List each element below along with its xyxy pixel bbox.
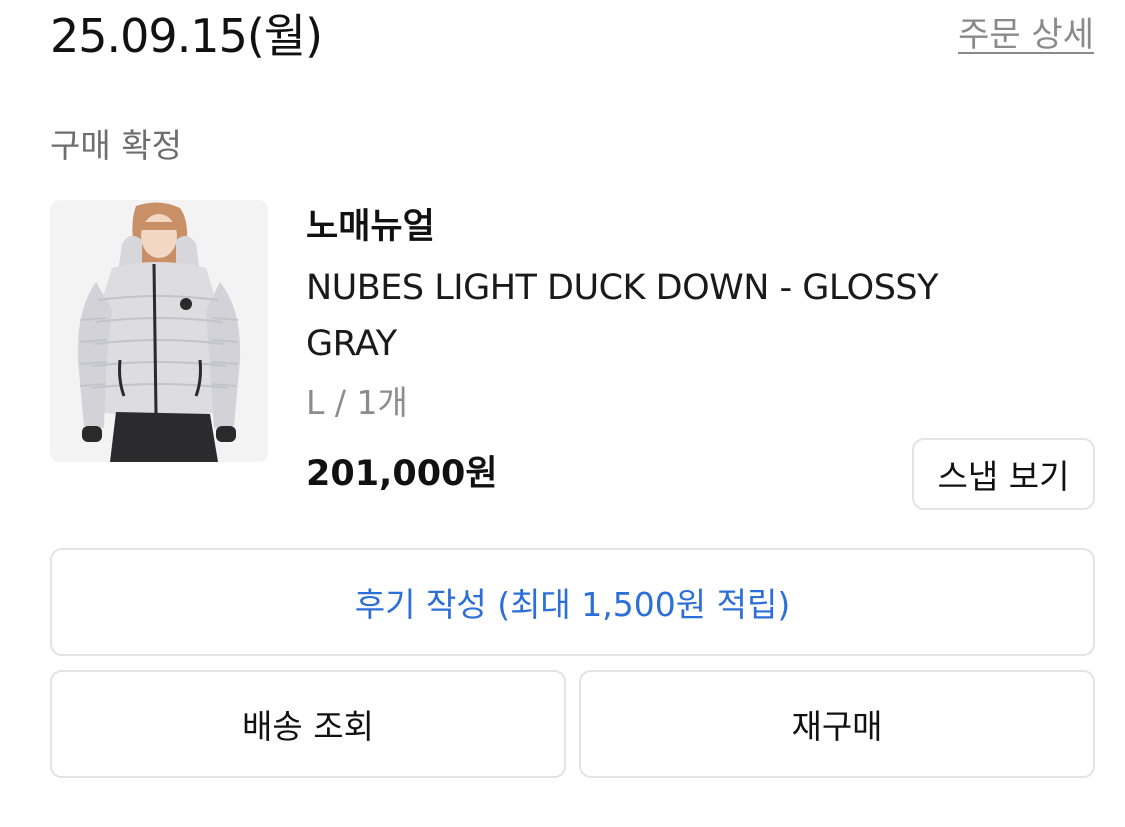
product-photo-icon bbox=[50, 200, 268, 462]
product-option: L / 1개 bbox=[306, 383, 408, 422]
order-date: 25.09.15(월) bbox=[50, 9, 323, 63]
product-image[interactable] bbox=[50, 200, 268, 462]
order-status: 구매 확정 bbox=[50, 126, 182, 165]
order-detail-link[interactable]: 주문 상세 bbox=[958, 12, 1094, 58]
snap-view-button[interactable]: 스냅 보기 bbox=[912, 438, 1095, 510]
track-shipping-button[interactable]: 배송 조회 bbox=[50, 670, 566, 778]
product-price: 201,000원 bbox=[306, 454, 498, 494]
brand-name[interactable]: 노매뉴얼 bbox=[306, 202, 435, 252]
product-name[interactable]: NUBES LIGHT DUCK DOWN - GLOSSY GRAY bbox=[306, 260, 1026, 372]
write-review-button[interactable]: 후기 작성 (최대 1,500원 적립) bbox=[50, 548, 1095, 656]
rebuy-button[interactable]: 재구매 bbox=[579, 670, 1095, 778]
